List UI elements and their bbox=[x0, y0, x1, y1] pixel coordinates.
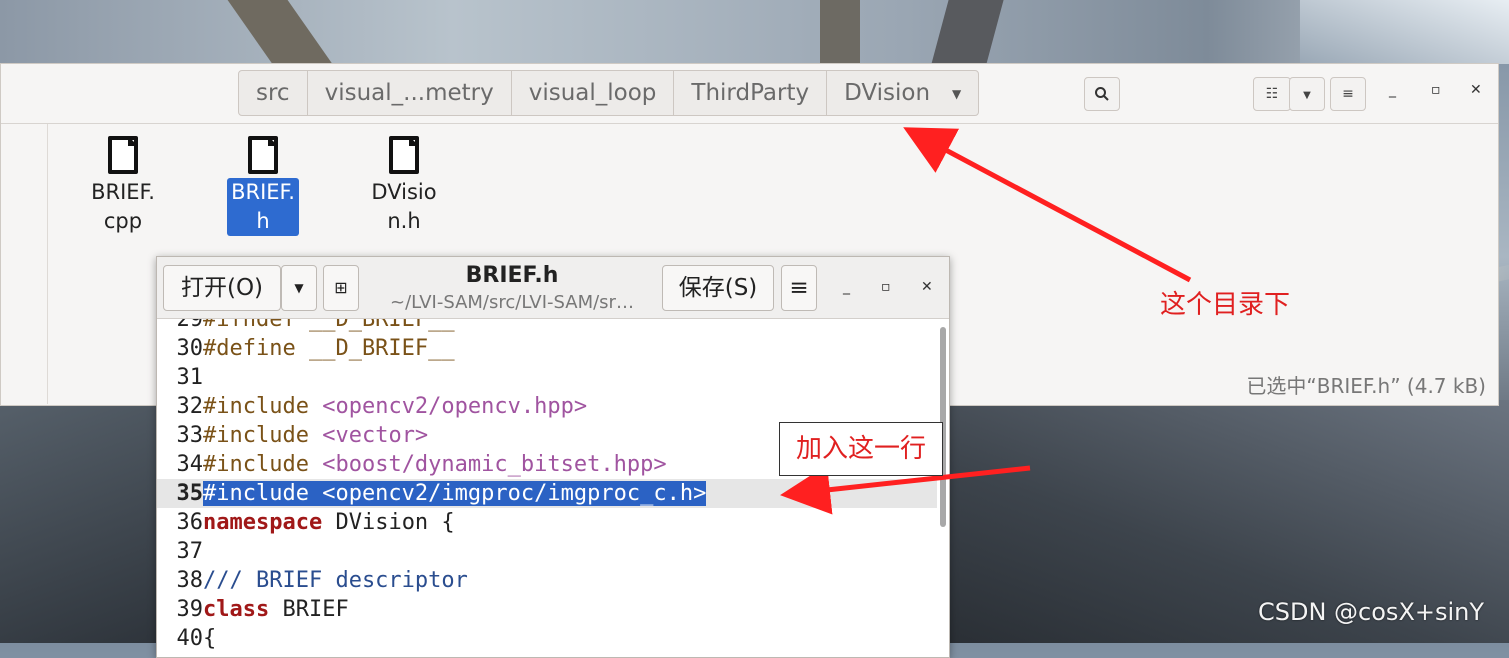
annotation-add-line: 加入这一行 bbox=[779, 422, 943, 476]
annotation-arrows bbox=[780, 127, 1192, 515]
annotation-this-directory: 这个目录下 bbox=[1160, 290, 1291, 320]
watermark: CSDN @cosX+sinY bbox=[1258, 598, 1485, 626]
arrow-to-directory bbox=[903, 127, 1192, 283]
